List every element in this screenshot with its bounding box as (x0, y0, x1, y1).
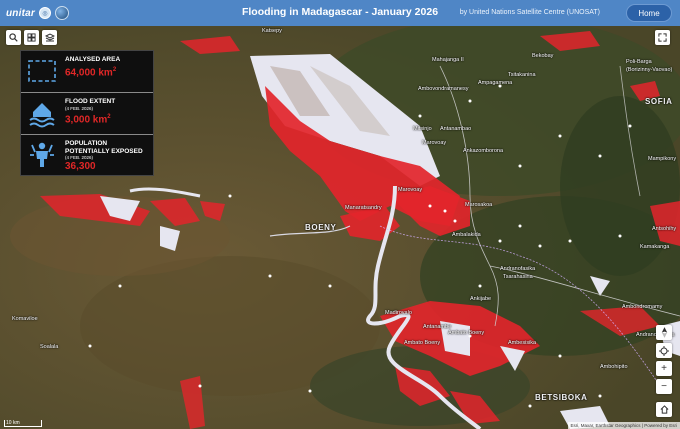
zoom-out-button[interactable]: − (656, 379, 672, 394)
map-label-mitsinjo: Mitsinjo (413, 126, 432, 132)
map-label-region-sofia: SOFIA (645, 97, 673, 106)
map-label-komaviloe: Komaviloe (12, 316, 38, 322)
analysed-area-value: 64,000 km2 (65, 66, 117, 78)
globe-logo-icon (54, 6, 69, 20)
locate-button[interactable] (656, 343, 672, 358)
map-label-marosakoa: Marosakoa (465, 202, 493, 208)
logo-group: unitar ◎ (0, 6, 120, 20)
population-value: 36,300 (65, 160, 96, 172)
map-label-antsohihy: Antsohihy (652, 226, 677, 232)
flood-house-icon (27, 98, 57, 128)
person-icon (27, 140, 57, 170)
map-label-ambato-boeny: Ambato Boeny (448, 330, 485, 336)
basemap-icon (27, 33, 36, 42)
map-label-region-boeny: BOENY (305, 223, 337, 232)
map-label-ambondromamy: Ambondromamy (622, 304, 663, 310)
byline: by United Nations Satellite Centre (UNOS… (459, 9, 600, 16)
fullscreen-button[interactable] (655, 30, 670, 45)
map-label-ambalakida: Ambalakida (452, 232, 481, 238)
analysed-area-icon (27, 56, 57, 86)
map-label-borizinny: (Borizinny-Vaovao) (626, 67, 673, 73)
flood-extent-value: 3,000 km2 (65, 114, 111, 126)
map-label-marovoay-2: Marovoay (398, 187, 423, 193)
map-label-bekobay: Bekobay (532, 53, 554, 59)
flood-extent-text: FLOOD EXTENT (4 FEB. 2026) 3,000 km2 (65, 98, 153, 126)
population-label-1: POPULATION (65, 140, 108, 147)
statistics-panel: ANALYSED AREA 64,000 km2 FLOOD EXTENT (4… (20, 50, 154, 176)
map-navigation: + − (656, 325, 672, 417)
home-icon (660, 405, 668, 414)
compass-icon (661, 327, 667, 338)
unitar-logo: unitar (6, 7, 35, 19)
map-label-ambovondramanesy: Ambovondramanesy (418, 86, 469, 92)
default-extent-button[interactable] (656, 402, 672, 417)
layers-icon (44, 33, 55, 42)
map-label-manaratsandry: Manaratsandry (345, 205, 382, 211)
map-label-ankazomborona: Ankazomborona (463, 148, 504, 154)
home-button[interactable]: Home (626, 4, 672, 22)
map-label-ambohipito: Ambohipito (600, 364, 628, 370)
flood-extent-block: FLOOD EXTENT (4 FEB. 2026) 3,000 km2 (21, 93, 153, 135)
map-label-mahajanga: Mahajanga II (432, 57, 464, 63)
map-label-madirovalo: Madirovalo (385, 310, 412, 316)
population-block: POPULATION POTENTIALLY EXPOSED (4 FEB. 2… (21, 135, 153, 177)
map-label-ambato-boeny-2: Ambato Boeny (404, 340, 441, 346)
map-label-ambesisika: Ambesisika (508, 340, 537, 346)
scale-label: 10 km (6, 420, 20, 426)
analysed-area-label: ANALYSED AREA (65, 56, 121, 63)
map-label-poli-barga: Poli-Barga (626, 59, 652, 65)
search-icon (9, 33, 18, 42)
analysed-area-block: ANALYSED AREA 64,000 km2 (21, 51, 153, 93)
fullscreen-icon (658, 33, 667, 42)
map-label-tsarahasina: Tsarahasina (503, 274, 533, 280)
map-toolbar (6, 30, 57, 45)
map-label-soalala: Soalala (40, 344, 59, 350)
map-label-katsepy: Katsepy (262, 28, 282, 34)
population-label-2: POTENTIALLY EXPOSED (65, 147, 143, 155)
locate-icon (659, 345, 669, 356)
map-label-antanambe: Antanambe (423, 324, 452, 330)
un-emblem-icon: ◎ (38, 7, 51, 19)
map-attribution[interactable]: Esri, Maxar, Earthstar Geographics | Pow… (567, 422, 680, 429)
map-label-ankijabe: Ankijabe (470, 296, 492, 302)
analysed-area-text: ANALYSED AREA 64,000 km2 (65, 56, 153, 79)
basemap-gallery-button[interactable] (24, 30, 39, 45)
population-text: POPULATION POTENTIALLY EXPOSED (4 FEB. 2… (65, 140, 153, 173)
zoom-in-button[interactable]: + (656, 361, 672, 376)
map-label-andranofasika: Andranofasika (500, 266, 536, 272)
layer-list-button[interactable] (42, 30, 57, 45)
app-header: unitar ◎ Flooding in Madagascar - Januar… (0, 0, 680, 26)
map-label-tsitakanina: Tsitakanina (508, 72, 536, 78)
search-button[interactable] (6, 30, 21, 45)
map-label-antanambao: Antanambao (440, 126, 472, 132)
map-label-mampikony: Mampikony (648, 156, 677, 162)
map-label-marovoay: Marovoay (422, 140, 447, 146)
compass-button[interactable] (656, 325, 672, 340)
map-label-kamakanga: Kamakanga (640, 244, 670, 250)
flood-extent-label: FLOOD EXTENT (65, 98, 116, 105)
map-label-ampagamena: Ampagamena (478, 80, 513, 86)
map-application: unitar ◎ Flooding in Madagascar - Januar… (0, 0, 680, 429)
map-label-region-betsiboka: BETSIBOKA (535, 393, 588, 402)
